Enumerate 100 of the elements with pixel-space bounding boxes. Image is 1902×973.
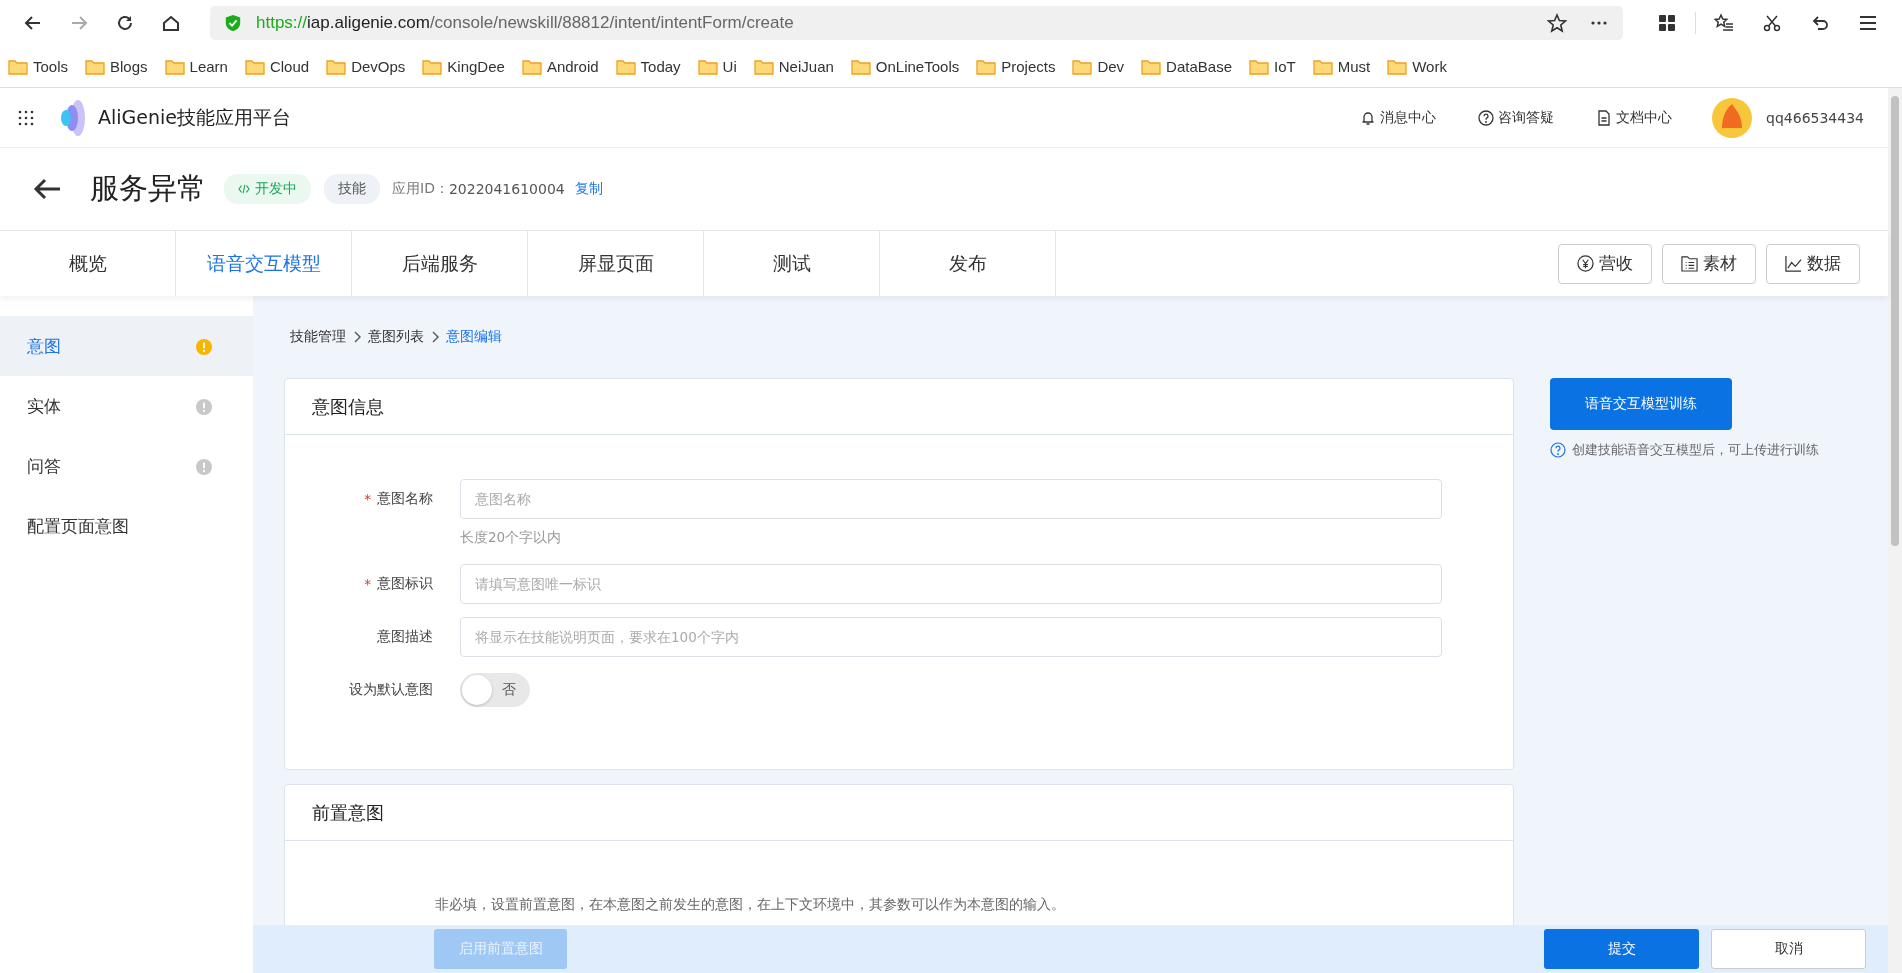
shield-icon (224, 14, 242, 32)
bookmark-item[interactable]: KingDee (422, 58, 505, 75)
bookmark-item[interactable]: DevOps (326, 58, 406, 75)
required-mark: * (364, 576, 371, 592)
folder-list-icon (1681, 255, 1698, 272)
bookmark-item[interactable]: Dev (1072, 58, 1125, 75)
bookmark-item[interactable]: IoT (1248, 58, 1296, 75)
header-link[interactable]: 文档中心 (1596, 108, 1673, 127)
tab[interactable]: 后端服务 (352, 231, 528, 296)
folder-icon (753, 58, 774, 75)
tab[interactable]: 测试 (704, 231, 880, 296)
home-icon[interactable] (161, 13, 181, 33)
train-button[interactable]: 语音交互模型训练 (1550, 378, 1732, 430)
toolbar-button[interactable]: 营收 (1558, 243, 1652, 284)
platform-name[interactable]: AliGenie技能应用平台 (98, 104, 291, 131)
hint-text: 创建技能语音交互模型后，可上传进行训练 (1572, 441, 1819, 459)
field-label: 设为默认意图 (349, 681, 433, 699)
bookmark-item[interactable]: Must (1312, 58, 1371, 75)
bookmark-item[interactable]: Projects (976, 58, 1056, 75)
folder-icon (1072, 58, 1093, 75)
field-hint: 长度20个字以内 (460, 529, 563, 547)
bookmark-item[interactable]: Ui (697, 58, 737, 75)
card-title: 意图信息 (312, 394, 384, 419)
username[interactable]: qq466534434 (1766, 109, 1864, 126)
tab[interactable]: 发布 (880, 231, 1056, 296)
undo-icon[interactable] (1810, 13, 1830, 33)
bookmark-item[interactable]: OnLineTools (850, 58, 960, 75)
scissors-icon[interactable] (1762, 13, 1782, 33)
input-field[interactable]: 意图名称 (460, 479, 1442, 519)
line-chart-icon (1785, 255, 1802, 272)
folder-icon (1248, 58, 1269, 75)
folder-icon (521, 58, 542, 75)
bookmark-item[interactable]: Blogs (85, 58, 148, 75)
folder-icon (697, 58, 718, 75)
help-icon (1478, 109, 1495, 126)
help-icon (1550, 442, 1566, 458)
skill-title: 服务异常 (90, 170, 206, 207)
copy-link[interactable]: 复制 (574, 180, 603, 198)
header-link[interactable]: 消息中心 (1360, 108, 1437, 127)
chevron-icon (431, 331, 439, 343)
folder-icon (1387, 58, 1408, 75)
back-arrow-icon[interactable] (32, 177, 62, 201)
folder-icon (615, 58, 636, 75)
field-label: 意图标识 (377, 575, 433, 593)
bookmark-item[interactable]: Work (1387, 58, 1447, 75)
input-field[interactable]: 请填写意图唯一标识 (460, 564, 1442, 604)
star-icon[interactable] (1547, 13, 1567, 33)
sidebar-item[interactable]: 实体 (0, 376, 253, 436)
sidebar-item[interactable]: 配置页面意图 (0, 496, 253, 556)
toolbar-button[interactable]: 数据 (1766, 243, 1860, 284)
bookmark-item[interactable]: NeiJuan (753, 58, 834, 75)
apps-grid-icon[interactable] (18, 109, 34, 126)
tab[interactable]: 屏显页面 (528, 231, 704, 296)
toolbar-button[interactable]: 素材 (1662, 243, 1756, 284)
sidebar-item[interactable]: 意图 (0, 316, 253, 376)
code-icon (238, 184, 250, 194)
folder-icon (850, 58, 871, 75)
folder-icon (1312, 58, 1333, 75)
folder-icon (1141, 58, 1162, 75)
breadcrumb-item[interactable]: 技能管理 (290, 328, 346, 346)
scroll-bar[interactable] (1888, 88, 1902, 973)
input-field[interactable]: 将显示在技能说明页面，要求在100个字内 (460, 617, 1442, 657)
chevron-icon (353, 331, 361, 343)
card-title: 前置意图 (312, 800, 384, 825)
folder-icon (164, 58, 185, 75)
bookmark-item[interactable]: Android (521, 58, 599, 75)
cancel-button[interactable]: 取消 (1711, 929, 1866, 969)
url-text: https://iap.aligenie.com/console/newskill/88812/intent/intentForm/create (256, 13, 795, 33)
note-text: 非必填，设置前置意图，在本意图之前发生的意图，在上下文环境中，其参数可以作为本意图的输入。 (434, 895, 1066, 914)
folder-icon (976, 58, 997, 75)
bookmark-item[interactable]: Tools (8, 58, 69, 75)
favorites-list-icon[interactable] (1714, 13, 1734, 33)
header-link[interactable]: 咨询答疑 (1478, 108, 1555, 127)
menu-icon[interactable] (1858, 13, 1878, 33)
breadcrumb-item[interactable]: 意图编辑 (446, 328, 502, 346)
app-id-label: 应用ID： (392, 180, 449, 198)
document-icon (1596, 109, 1613, 126)
status-badge: 开发中 (224, 174, 311, 204)
bookmark-item[interactable]: DataBase (1141, 58, 1232, 75)
bookmark-item[interactable]: Learn (164, 58, 228, 75)
grid-icon[interactable] (1657, 13, 1677, 33)
folder-icon (244, 58, 265, 75)
folder-icon (326, 58, 347, 75)
yen-icon (1577, 255, 1594, 272)
folder-icon (8, 58, 28, 75)
reload-icon[interactable] (115, 13, 135, 33)
bell-icon (1360, 109, 1377, 126)
avatar[interactable] (1712, 97, 1753, 138)
address-bar[interactable]: https://iap.aligenie.com/console/newskill/88812/intent/intentForm/create (210, 6, 1623, 40)
submit-button[interactable]: 提交 (1544, 929, 1699, 969)
field-label: 意图描述 (377, 628, 433, 646)
type-badge: 技能 (324, 174, 380, 204)
app-id: 2022041610004 (448, 181, 565, 197)
bookmark-item[interactable]: Today (615, 58, 681, 75)
required-mark: * (364, 491, 371, 507)
field-label: 意图名称 (377, 490, 433, 508)
bookmark-item[interactable]: Cloud (244, 58, 310, 75)
sidebar-item[interactable]: 问答 (0, 436, 253, 496)
toggle-switch[interactable]: 否 (460, 673, 530, 707)
breadcrumb-item[interactable]: 意图列表 (368, 328, 424, 346)
